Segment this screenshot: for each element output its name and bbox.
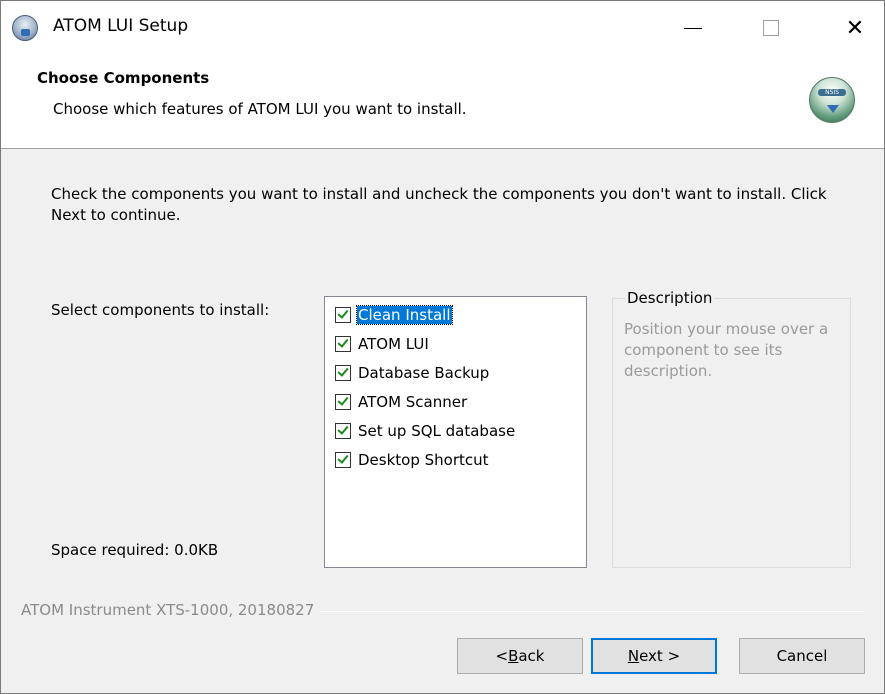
component-item-atom-lui[interactable]: ATOM LUI [335, 333, 430, 355]
description-text: Position your mouse over a component to … [624, 320, 829, 380]
installer-logo-icon: NSIS [809, 77, 855, 123]
title-bar[interactable]: ATOM LUI Setup ✕ [1, 1, 884, 55]
download-arrow-icon [827, 105, 839, 113]
checkmark-icon [337, 365, 349, 377]
component-checkbox[interactable] [335, 394, 351, 410]
page-title: Choose Components [37, 69, 210, 87]
checkmark-icon [337, 307, 349, 319]
checkmark-icon [337, 336, 349, 348]
next-button-accel: N [627, 647, 640, 665]
component-checkbox[interactable] [335, 365, 351, 381]
maximize-button[interactable] [743, 1, 799, 55]
component-item-database-backup[interactable]: Database Backup [335, 362, 490, 384]
back-button-rest: ack [518, 647, 545, 665]
component-label[interactable]: ATOM LUI [357, 335, 430, 353]
space-required-label: Space required: 0.0KB [51, 541, 219, 559]
back-button-prefix: < [495, 647, 509, 665]
component-label[interactable]: Database Backup [357, 364, 490, 382]
back-button-accel: B [508, 647, 519, 665]
checkmark-icon [337, 394, 349, 406]
checkmark-icon [337, 452, 349, 464]
component-checkbox[interactable] [335, 423, 351, 439]
component-label[interactable]: Clean Install [356, 305, 453, 325]
close-icon: ✕ [845, 15, 865, 41]
page-subtitle: Choose which features of ATOM LUI you wa… [53, 100, 467, 118]
component-tree[interactable]: Clean Install ATOM LUI Database Backup A… [324, 296, 587, 568]
minimize-icon [684, 27, 702, 29]
branding-text: ATOM Instrument XTS-1000, 20180827 [21, 601, 321, 619]
component-label[interactable]: Set up SQL database [357, 422, 516, 440]
component-checkbox[interactable] [335, 452, 351, 468]
maximize-icon [763, 20, 779, 36]
component-checkbox[interactable] [335, 336, 351, 352]
minimize-button[interactable] [665, 1, 721, 55]
component-item-desktop-shortcut[interactable]: Desktop Shortcut [335, 449, 490, 471]
description-title: Description [625, 289, 715, 307]
installer-app-icon [12, 15, 38, 41]
component-item-clean-install[interactable]: Clean Install [335, 304, 453, 326]
component-label[interactable]: ATOM Scanner [357, 393, 468, 411]
next-button[interactable]: Next > [591, 638, 717, 674]
close-button[interactable]: ✕ [827, 1, 883, 55]
component-item-sql-database[interactable]: Set up SQL database [335, 420, 516, 442]
cancel-button[interactable]: Cancel [739, 638, 865, 674]
next-button-rest: ext > [639, 647, 681, 665]
branding-footer: ATOM Instrument XTS-1000, 20180827 [21, 601, 864, 621]
component-label[interactable]: Desktop Shortcut [357, 451, 490, 469]
intro-text: Check the components you want to install… [51, 185, 827, 224]
component-item-atom-scanner[interactable]: ATOM Scanner [335, 391, 468, 413]
setup-window: ATOM LUI Setup ✕ Choose Components Choos… [0, 0, 885, 694]
select-components-label: Select components to install: [51, 301, 270, 319]
checkmark-icon [337, 423, 349, 435]
back-button[interactable]: < Back [457, 638, 583, 674]
description-group: Description Position your mouse over a c… [612, 289, 851, 568]
page-header: Choose Components Choose which features … [1, 55, 884, 149]
window-title: ATOM LUI Setup [53, 16, 189, 36]
installer-logo-text: NSIS [818, 89, 846, 96]
component-checkbox[interactable] [335, 307, 351, 323]
